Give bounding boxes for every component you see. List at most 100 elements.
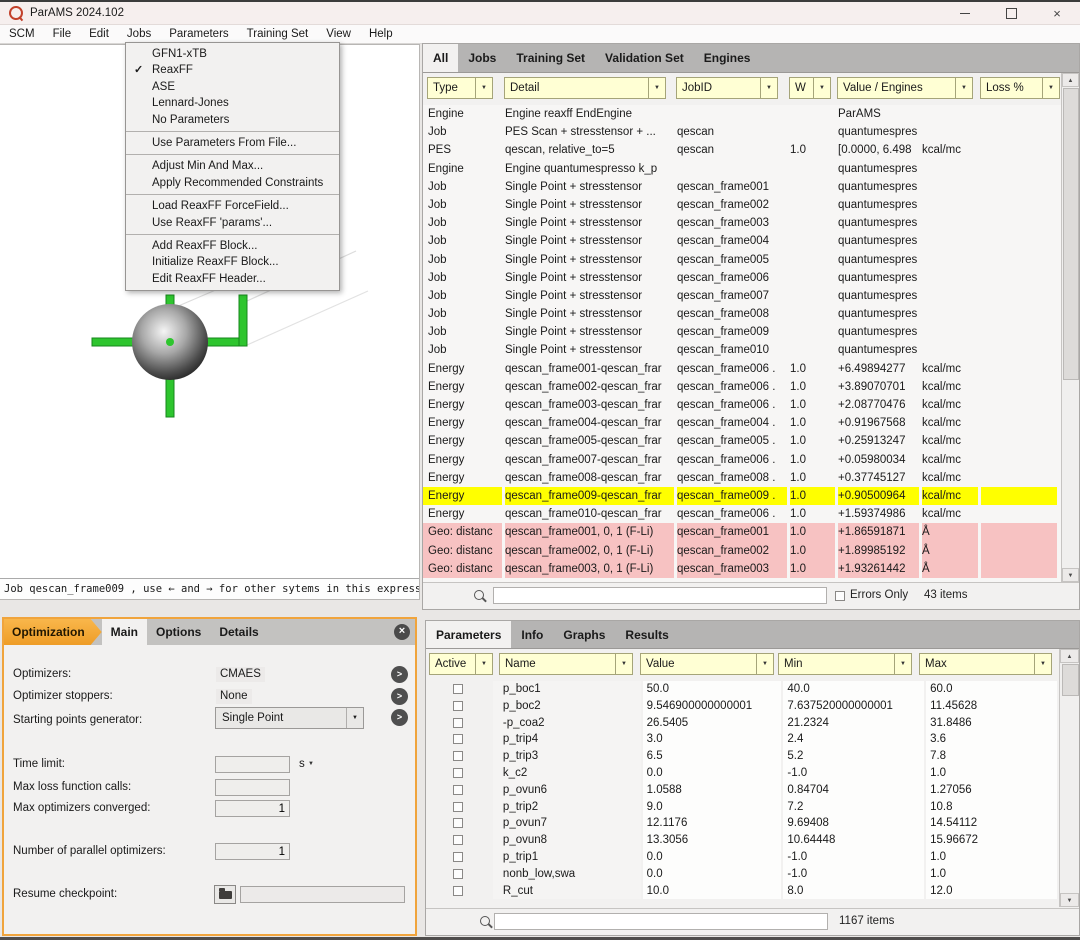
maximize-button[interactable] (988, 2, 1034, 24)
cell-value[interactable]: 6.5 (643, 748, 782, 765)
table-row[interactable]: JobSingle Point + stresstensorqescan_fra… (423, 287, 1061, 305)
menu-training-set[interactable]: Training Set (238, 25, 318, 43)
scroll-up-icon[interactable]: ▲ (1060, 649, 1079, 663)
menu-item-no-parameters[interactable]: No Parameters (126, 112, 339, 128)
table-row[interactable]: p_trip36.55.27.8 (426, 748, 1059, 765)
tab-details[interactable]: Details (210, 619, 267, 645)
table-row[interactable]: Energyqescan_frame007-qescan_frarqescan_… (423, 451, 1061, 469)
optimizers-detail-button[interactable]: > (391, 666, 408, 683)
menu-item-use-parameters-from-file[interactable]: Use Parameters From File... (126, 135, 339, 151)
cell-value[interactable]: 10.0 (643, 883, 782, 900)
table-row[interactable]: p_ovun813.305610.6444815.96672 (426, 832, 1059, 849)
table-row[interactable]: Energyqescan_frame003-qescan_frarqescan_… (423, 396, 1061, 414)
cell-min[interactable]: -1.0 (783, 765, 924, 782)
cell-name[interactable]: p_ovun8 (493, 832, 641, 849)
cell-min[interactable]: 9.69408 (783, 815, 924, 832)
table-row[interactable]: JobSingle Point + stresstensorqescan_fra… (423, 251, 1061, 269)
cell-max[interactable]: 31.8486 (926, 715, 1057, 732)
table-row[interactable]: p_boc29.5469000000000017.637520000000001… (426, 698, 1059, 715)
menu-item-lennard-jones[interactable]: Lennard-Jones (126, 95, 339, 111)
checkbox[interactable] (453, 886, 463, 896)
resume-checkpoint-input[interactable] (240, 886, 405, 903)
table-row[interactable]: JobSingle Point + stresstensorqescan_fra… (423, 178, 1061, 196)
cell-value[interactable]: 9.546900000000001 (643, 698, 782, 715)
menu-item-load-reaxff-forcefield[interactable]: Load ReaxFF ForceField... (126, 198, 339, 214)
table-row[interactable]: p_trip29.07.210.8 (426, 799, 1059, 816)
tab-options[interactable]: Options (147, 619, 210, 645)
panel-close-button[interactable]: × (394, 624, 410, 640)
menu-edit[interactable]: Edit (80, 25, 118, 43)
table-row[interactable]: Energyqescan_frame009-qescan_frarqescan_… (423, 487, 1061, 505)
table-row[interactable]: p_ovun61.05880.847041.27056 (426, 782, 1059, 799)
table-row[interactable]: PESqescan, relative_to=5qescan1.0[0.0000… (423, 141, 1061, 159)
checkbox[interactable] (453, 751, 463, 761)
stoppers-value[interactable]: None (216, 689, 252, 704)
table-row[interactable]: k_c20.0-1.01.0 (426, 765, 1059, 782)
table-row[interactable]: JobSingle Point + stresstensorqescan_fra… (423, 305, 1061, 323)
scroll-down-icon[interactable]: ▼ (1062, 568, 1079, 582)
checkbox[interactable] (453, 802, 463, 812)
cell-min[interactable]: 40.0 (783, 681, 924, 698)
table-row[interactable]: Geo: distancqescan_frame003, 0, 1 (F-Li)… (423, 560, 1061, 578)
table-row[interactable]: -p_coa226.540521.232431.8486 (426, 715, 1059, 732)
checkbox[interactable] (453, 785, 463, 795)
cell-value[interactable]: 1.0588 (643, 782, 782, 799)
cell-name[interactable]: k_c2 (493, 765, 641, 782)
table-row[interactable]: Geo: distancqescan_frame002, 0, 1 (F-Li)… (423, 542, 1061, 560)
table-row[interactable]: Energyqescan_frame004-qescan_frarqescan_… (423, 414, 1061, 432)
cell-max[interactable]: 10.8 (926, 799, 1057, 816)
filter-value[interactable]: Value▼ (640, 653, 774, 675)
tab-all[interactable]: All (423, 44, 458, 72)
tab-graphs[interactable]: Graphs (553, 621, 615, 648)
table-row[interactable]: JobSingle Point + stresstensorqescan_fra… (423, 341, 1061, 359)
filter-w[interactable]: W▼ (789, 77, 831, 99)
cell-name[interactable]: p_trip4 (493, 731, 641, 748)
cell-min[interactable]: 10.64448 (783, 832, 924, 849)
cell-max[interactable]: 14.54112 (926, 815, 1057, 832)
filter-type[interactable]: Type▼ (427, 77, 493, 99)
table-row[interactable]: p_ovun712.11769.6940814.54112 (426, 815, 1059, 832)
cell-min[interactable]: 21.2324 (783, 715, 924, 732)
table-row[interactable]: Energyqescan_frame010-qescan_frarqescan_… (423, 505, 1061, 523)
tab-main[interactable]: Main (102, 619, 147, 645)
cell-value[interactable]: 3.0 (643, 731, 782, 748)
optimization-title-tab[interactable]: Optimization (4, 619, 102, 645)
table-row[interactable]: JobSingle Point + stresstensorqescan_fra… (423, 269, 1061, 287)
menu-parameters[interactable]: Parameters (160, 25, 237, 43)
optimizers-value[interactable]: CMAES (216, 667, 265, 682)
table-row[interactable]: p_boc150.040.060.0 (426, 681, 1059, 698)
scroll-down-icon[interactable]: ▼ (1060, 893, 1079, 907)
menu-item-ase[interactable]: ASE (126, 79, 339, 95)
checkbox[interactable] (453, 684, 463, 694)
scroll-up-icon[interactable]: ▲ (1062, 73, 1079, 87)
cell-min[interactable]: 5.2 (783, 748, 924, 765)
filter-max[interactable]: Max▼ (919, 653, 1052, 675)
menu-jobs[interactable]: Jobs (118, 25, 160, 43)
tab-info[interactable]: Info (511, 621, 553, 648)
cell-min[interactable]: 0.84704 (783, 782, 924, 799)
menu-view[interactable]: View (317, 25, 360, 43)
menu-item-reaxff[interactable]: ✓ReaxFF (126, 62, 339, 78)
menu-scm[interactable]: SCM (0, 25, 44, 43)
cell-name[interactable]: p_boc2 (493, 698, 641, 715)
table-row[interactable]: JobPES Scan + stresstensor + ...qescanqu… (423, 123, 1061, 141)
menu-item-add-reaxff-block[interactable]: Add ReaxFF Block... (126, 238, 339, 254)
cell-value[interactable]: 26.5405 (643, 715, 782, 732)
training-search-input[interactable] (493, 587, 827, 604)
table-row[interactable]: p_trip10.0-1.01.0 (426, 849, 1059, 866)
scrollbar-thumb[interactable] (1063, 88, 1079, 380)
table-row[interactable]: R_cut10.08.012.0 (426, 883, 1059, 900)
menu-item-apply-recommended-constraints[interactable]: Apply Recommended Constraints (126, 175, 339, 191)
tab-training-set[interactable]: Training Set (506, 44, 595, 72)
cell-min[interactable]: 2.4 (783, 731, 924, 748)
cell-value[interactable]: 0.0 (643, 849, 782, 866)
checkbox[interactable] (453, 869, 463, 879)
cell-min[interactable]: 8.0 (783, 883, 924, 900)
cell-name[interactable]: p_trip2 (493, 799, 641, 816)
tab-parameters[interactable]: Parameters (426, 621, 511, 648)
tab-results[interactable]: Results (615, 621, 678, 648)
tab-engines[interactable]: Engines (694, 44, 761, 72)
cell-max[interactable]: 12.0 (926, 883, 1057, 900)
table-row[interactable]: Energyqescan_frame001-qescan_frarqescan_… (423, 360, 1061, 378)
cell-max[interactable]: 1.27056 (926, 782, 1057, 799)
